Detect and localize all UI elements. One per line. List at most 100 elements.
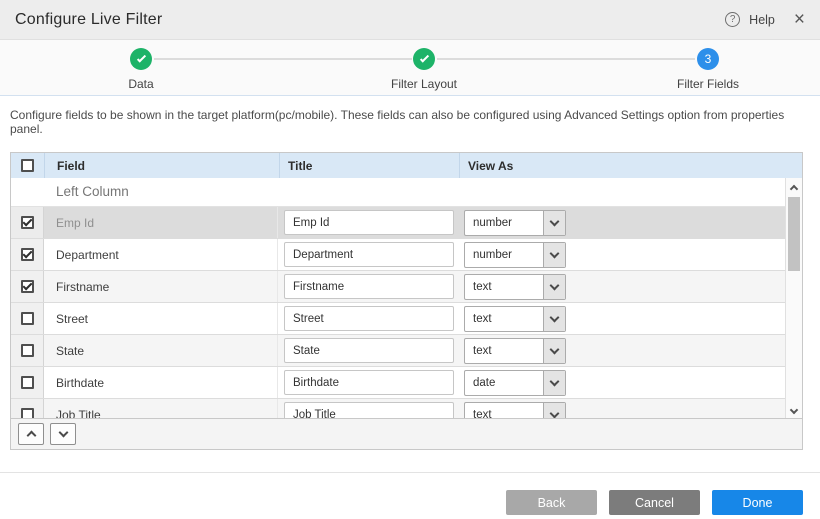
group-row-left-column: Left Column: [11, 178, 785, 207]
row-checkbox[interactable]: [21, 344, 34, 357]
view-as-value: text: [465, 403, 543, 419]
row-reorder-bar: [11, 418, 802, 449]
dropdown-button[interactable]: [543, 371, 565, 395]
table-row[interactable]: Firstname text: [11, 271, 785, 303]
view-as-value: text: [465, 275, 543, 299]
checkbox-cell: [11, 399, 44, 418]
help-button[interactable]: Help: [749, 13, 775, 27]
dropdown-button[interactable]: [543, 307, 565, 331]
view-as-value: number: [465, 211, 543, 235]
view-as-dropdown[interactable]: text: [464, 402, 566, 419]
row-checkbox[interactable]: [21, 216, 34, 229]
chevron-down-icon: [58, 428, 68, 438]
title-input[interactable]: [284, 402, 454, 418]
row-checkbox[interactable]: [21, 248, 34, 261]
checkbox-cell: [11, 271, 44, 302]
view-as-dropdown[interactable]: text: [464, 306, 566, 332]
move-down-button[interactable]: [50, 423, 76, 445]
move-up-button[interactable]: [18, 423, 44, 445]
select-all-checkbox[interactable]: [21, 159, 34, 172]
dropdown-button[interactable]: [543, 339, 565, 363]
step-filter-fields-circle[interactable]: 3: [697, 48, 719, 70]
title-input[interactable]: [284, 370, 454, 395]
chevron-down-icon: [550, 344, 560, 354]
field-label: Job Title: [44, 399, 278, 418]
chevron-down-icon: [550, 408, 560, 418]
view-as-dropdown[interactable]: text: [464, 274, 566, 300]
table-header-row: Field Title View As: [11, 153, 802, 178]
dialog-title: Configure Live Filter: [15, 11, 725, 29]
step-filter-layout-circle[interactable]: [413, 48, 435, 70]
table-body: Left Column Emp Id number Department: [11, 178, 802, 418]
table-row[interactable]: Emp Id number: [11, 207, 785, 239]
step-filter-fields-label: Filter Fields: [638, 77, 778, 91]
table-row[interactable]: State text: [11, 335, 785, 367]
checkbox-cell: [11, 239, 44, 270]
help-icon[interactable]: ?: [725, 12, 740, 27]
view-as-value: text: [465, 307, 543, 331]
table-row[interactable]: Department number: [11, 239, 785, 271]
step-connector-line: [154, 58, 412, 60]
dialog-titlebar: Configure Live Filter ? Help ×: [0, 0, 820, 40]
back-button[interactable]: Back: [506, 490, 597, 515]
chevron-down-icon: [550, 248, 560, 258]
view-as-value: number: [465, 243, 543, 267]
step-number: 3: [705, 52, 712, 66]
description-text: Configure fields to be shown in the targ…: [10, 108, 810, 136]
table-row[interactable]: Job Title text: [11, 399, 785, 418]
title-input[interactable]: [284, 210, 454, 235]
title-input[interactable]: [284, 242, 454, 267]
header-cell-title: Title: [279, 153, 459, 178]
view-as-dropdown[interactable]: number: [464, 242, 566, 268]
scroll-down-icon[interactable]: [786, 410, 802, 413]
dropdown-button[interactable]: [543, 275, 565, 299]
step-data-label: Data: [71, 77, 211, 91]
chevron-up-icon: [26, 431, 36, 441]
dropdown-button[interactable]: [543, 403, 565, 419]
field-label: Birthdate: [44, 367, 278, 398]
row-checkbox[interactable]: [21, 408, 34, 418]
cancel-button[interactable]: Cancel: [609, 490, 700, 515]
row-checkbox[interactable]: [21, 312, 34, 325]
field-label: Firstname: [44, 271, 278, 302]
view-as-dropdown[interactable]: text: [464, 338, 566, 364]
header-cell-checkbox: [11, 153, 44, 178]
row-checkbox[interactable]: [21, 280, 34, 293]
view-as-value: date: [465, 371, 543, 395]
chevron-down-icon: [550, 376, 560, 386]
title-input[interactable]: [284, 306, 454, 331]
checkbox-cell: [11, 335, 44, 366]
header-cell-field: Field: [44, 153, 279, 178]
table-row[interactable]: Birthdate date: [11, 367, 785, 399]
close-icon[interactable]: ×: [794, 12, 805, 28]
chevron-down-icon: [550, 216, 560, 226]
done-button[interactable]: Done: [712, 490, 803, 515]
dropdown-button[interactable]: [543, 243, 565, 267]
checkbox-cell: [11, 207, 44, 238]
fields-table: Field Title View As Left Column Emp Id n…: [10, 152, 803, 450]
checkbox-cell: [11, 367, 44, 398]
field-label: State: [44, 335, 278, 366]
check-icon: [419, 53, 428, 62]
chevron-down-icon: [550, 312, 560, 322]
table-row[interactable]: Street text: [11, 303, 785, 335]
wizard-steps: Data Filter Layout 3 Filter Fields: [0, 40, 820, 96]
title-input[interactable]: [284, 274, 454, 299]
step-connector-line: [437, 58, 695, 60]
view-as-dropdown[interactable]: date: [464, 370, 566, 396]
checkbox-cell: [11, 303, 44, 334]
step-data-circle[interactable]: [130, 48, 152, 70]
check-icon: [136, 53, 145, 62]
view-as-dropdown[interactable]: number: [464, 210, 566, 236]
title-input[interactable]: [284, 338, 454, 363]
row-checkbox[interactable]: [21, 376, 34, 389]
field-label: Street: [44, 303, 278, 334]
dialog-footer: Back Cancel Done: [0, 473, 820, 515]
chevron-down-icon: [550, 280, 560, 290]
scrollbar-thumb[interactable]: [788, 197, 800, 271]
view-as-value: text: [465, 339, 543, 363]
scroll-up-icon[interactable]: [786, 183, 802, 192]
dropdown-button[interactable]: [543, 211, 565, 235]
step-filter-layout-label: Filter Layout: [354, 77, 494, 91]
vertical-scrollbar[interactable]: [785, 178, 802, 418]
